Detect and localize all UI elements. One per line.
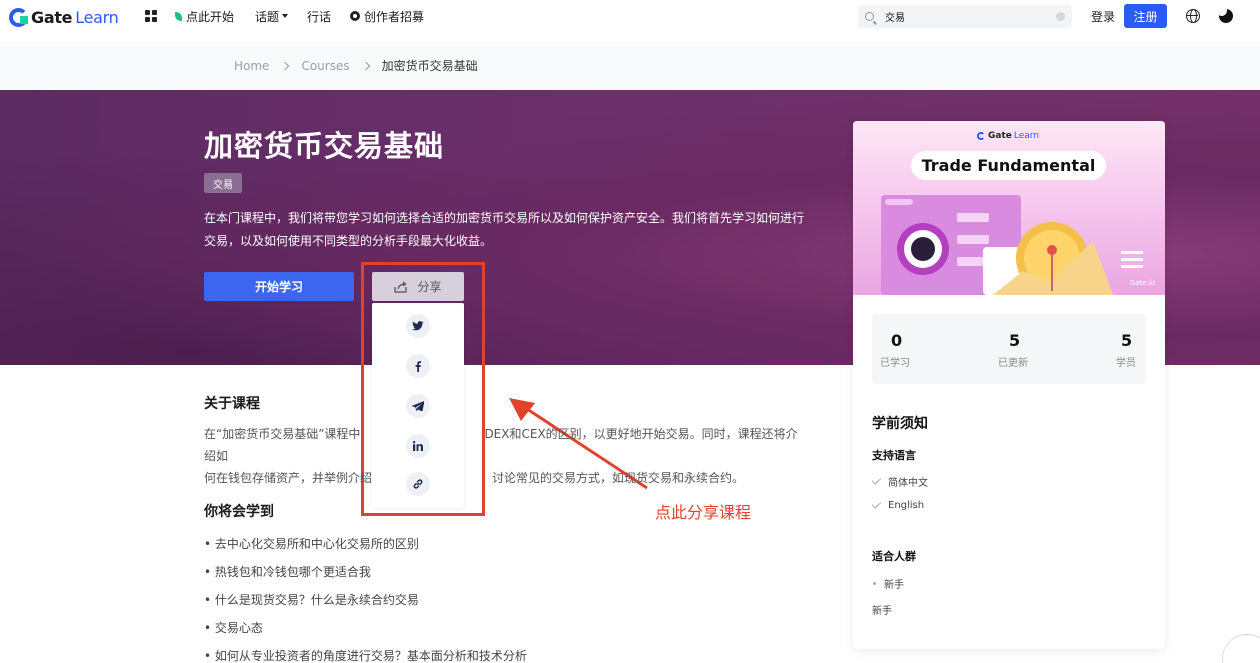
audience-item: 新手 xyxy=(872,576,904,591)
floating-help-button[interactable] xyxy=(1222,634,1260,663)
cover-illustration-icon xyxy=(881,195,1143,295)
learn-item-text: 热钱包和冷钱包哪个更适合我 xyxy=(214,565,371,579)
cover-brand: Gate.io xyxy=(1129,279,1155,287)
search-icon xyxy=(865,12,874,21)
language-item: 简体中文 xyxy=(871,474,928,489)
about-course-title: 关于课程 xyxy=(204,396,260,412)
globe-icon[interactable] xyxy=(1186,9,1200,23)
bullet-icon xyxy=(873,582,876,585)
language-label: 简体中文 xyxy=(888,478,928,489)
breadcrumb-current: 加密货币交易基础 xyxy=(381,59,478,73)
course-tag[interactable]: 交易 xyxy=(204,173,242,193)
list-item: • 如何从专业投资者的角度进行交易？基本面分析和技术分析 xyxy=(204,649,527,663)
logo-text: Gate Learn xyxy=(31,7,119,27)
about-course-text: 在“加密货币交易基础”课程中 DEX和CEX的区别，以更好地开始交易。同时，课程还… xyxy=(204,423,809,489)
theme-toggle-icon[interactable] xyxy=(1219,9,1233,23)
learn-item-text: 交易心态 xyxy=(214,621,263,635)
learn-outcomes-title: 你将会学到 xyxy=(204,504,274,520)
nav-start-here[interactable]: 点此开始 xyxy=(175,8,234,24)
course-description: 在本门课程中，我们将带您学习如何选择合适的加密货币交易所以及如何保护资产安全。我… xyxy=(204,211,805,248)
clear-search-icon[interactable] xyxy=(1056,12,1065,21)
audience-label: 新手 xyxy=(872,606,892,617)
language-item: English xyxy=(871,499,925,511)
search-box[interactable] xyxy=(858,5,1072,28)
prerequisites-title: 学前须知 xyxy=(872,416,928,432)
apps-grid-icon[interactable] xyxy=(145,10,157,22)
audience-label: 新手 xyxy=(884,580,904,591)
register-button[interactable]: 注册 xyxy=(1124,4,1167,28)
check-icon xyxy=(871,499,882,509)
list-item: • 交易心态 xyxy=(204,621,263,635)
check-icon xyxy=(871,475,882,485)
language-label: English xyxy=(888,500,925,511)
course-title: 加密货币交易基础 xyxy=(204,129,445,163)
nav-topics-label: 话题 xyxy=(255,9,280,24)
start-learning-button[interactable]: 开始学习 xyxy=(204,272,354,301)
gate-logo-icon xyxy=(9,7,28,27)
about-text-c: 何在钱包存储资产，并举例介绍 xyxy=(204,471,373,485)
nav-glossary-label: 行话 xyxy=(307,9,332,24)
learn-item-text: 如何从专业投资者的角度进行交易？基本面分析和技术分析 xyxy=(214,649,527,663)
about-line-1: 在“加密货币交易基础”课程中 DEX和CEX的区别，以更好地开始交易。同时，课程还… xyxy=(204,423,809,467)
leaf-icon xyxy=(175,11,182,21)
caret-down-icon xyxy=(282,14,289,18)
languages-title: 支持语言 xyxy=(872,449,916,462)
breadcrumb-home[interactable]: Home xyxy=(234,59,269,73)
login-link[interactable]: 登录 xyxy=(1091,8,1115,25)
stat-students-label: 学员 xyxy=(1116,358,1136,369)
nav-start-here-label: 点此开始 xyxy=(186,9,235,24)
about-text-d: 讨论常见的交易方式，如现货交易和永续合约。 xyxy=(492,471,745,485)
breadcrumb-bar xyxy=(0,42,1260,90)
nav-topics[interactable]: 话题 xyxy=(255,8,289,24)
annotation-text: 点此分享课程 xyxy=(655,503,752,522)
audience-item: 新手 xyxy=(872,602,892,617)
course-cover-image: Gate Learn Trade Fundamental Gate.io xyxy=(853,121,1165,295)
stat-updated-label: 已更新 xyxy=(998,358,1028,369)
nav-creator-recruit[interactable]: 创作者招募 xyxy=(350,8,424,24)
about-text-a: 在“加密货币交易基础”课程中 xyxy=(204,427,361,441)
stat-learned-label: 已学习 xyxy=(880,358,910,369)
stat-students-value: 5 xyxy=(1121,331,1133,350)
learn-item-text: 什么是现货交易？什么是永续合约交易 xyxy=(214,593,419,607)
breadcrumb-courses[interactable]: Courses xyxy=(301,59,349,73)
course-stats: 0 已学习 5 已更新 5 学员 xyxy=(872,314,1146,384)
chevron-right-icon xyxy=(361,61,370,70)
gate-learn-logo[interactable]: Gate Learn xyxy=(9,6,119,28)
top-navbar: GateLearn 点此开始 话题 行话 创作者招募 登录 注册 xyxy=(0,0,1260,33)
list-item: • 热钱包和冷钱包哪个更适合我 xyxy=(204,565,371,579)
creator-icon xyxy=(350,11,360,21)
logo-main-text: Gate xyxy=(31,7,73,27)
list-item: • 什么是现货交易？什么是永续合约交易 xyxy=(204,593,419,607)
stat-learned-value: 0 xyxy=(891,331,903,350)
audience-title: 适合人群 xyxy=(872,550,916,563)
search-input[interactable] xyxy=(885,11,1045,22)
logo-sub-text: Learn xyxy=(75,7,119,27)
nav-creator-label: 创作者招募 xyxy=(364,9,425,24)
stat-updated-value: 5 xyxy=(1009,331,1021,350)
learn-item-text: 去中心化交易所和中心化交易所的区别 xyxy=(214,537,419,551)
breadcrumb: Home Courses 加密货币交易基础 xyxy=(234,57,478,74)
about-line-2: 何在钱包存储资产，并举例介绍 讨论常见的交易方式，如现货交易和永续合约。 xyxy=(204,467,809,489)
nav-glossary[interactable]: 行话 xyxy=(307,8,331,24)
list-item: • 去中心化交易所和中心化交易所的区别 xyxy=(204,537,419,551)
chevron-right-icon xyxy=(281,61,290,70)
